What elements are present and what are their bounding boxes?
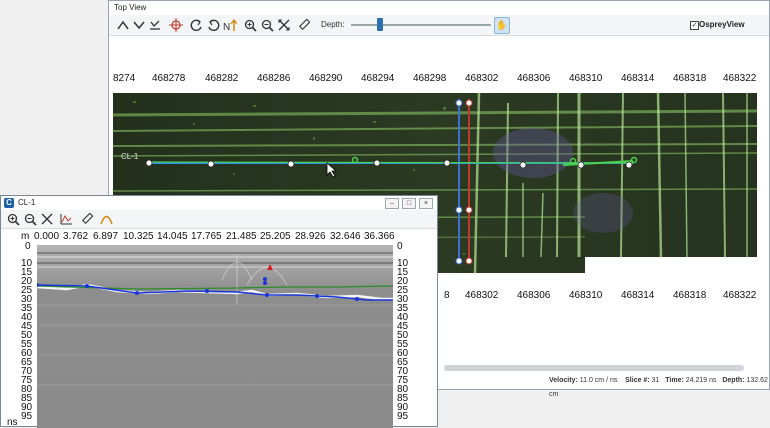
zoom-in-icon[interactable] xyxy=(5,211,21,227)
x-label: 0.000 xyxy=(34,231,60,242)
x-label: 32.646 xyxy=(330,231,361,242)
rotate-cw-icon[interactable] xyxy=(205,17,221,33)
measure-icon[interactable] xyxy=(79,211,95,227)
x-label: 3.762 xyxy=(63,231,89,242)
depth-label: Depth: xyxy=(321,20,345,29)
x-label: 10.325 xyxy=(123,231,154,242)
axis-label: 468310 xyxy=(569,290,603,301)
osprey-view-label: OspreyView xyxy=(699,20,745,29)
peak-up-icon[interactable] xyxy=(115,17,131,33)
axis-label: 468278 xyxy=(152,73,186,84)
top-view-toolbar: N Depth: ✋ ✓ OspreyView xyxy=(109,15,769,36)
axis-label: 468322 xyxy=(723,73,757,84)
cl1-toolbar xyxy=(1,210,437,229)
slice-value: 31 xyxy=(651,377,660,384)
close-button[interactable]: × xyxy=(419,198,433,209)
depth-status-label: Depth: xyxy=(722,377,745,384)
axis-label: 468314 xyxy=(621,73,655,84)
axis-label: 8274 xyxy=(113,73,136,84)
x-label: 36.366 xyxy=(364,231,395,242)
axis-label: 468318 xyxy=(673,73,707,84)
axis-label: 468286 xyxy=(257,73,291,84)
axis-label: 468298 xyxy=(413,73,447,84)
y-label: 95 xyxy=(397,411,409,422)
north-arrow-icon[interactable]: N xyxy=(222,17,238,33)
y-label: 0 xyxy=(397,241,403,252)
x-label: 6.897 xyxy=(93,231,119,242)
svg-text:N: N xyxy=(223,22,230,32)
velocity-label: Velocity: xyxy=(549,377,578,384)
depth-slider[interactable] xyxy=(351,24,491,26)
select-icon[interactable] xyxy=(147,17,163,33)
pan-hand-icon[interactable]: ✋ xyxy=(494,17,510,34)
osprey-view-checkbox[interactable]: ✓ xyxy=(690,21,699,30)
peak-down-icon[interactable] xyxy=(131,17,147,33)
velocity-value: 11.0 cm / ns xyxy=(579,377,618,384)
time-label: Time: xyxy=(665,377,684,384)
axis-label: 468314 xyxy=(621,290,655,301)
top-view-title: Top View xyxy=(109,1,769,15)
axis-label: 468302 xyxy=(465,290,499,301)
maximize-button[interactable]: □ xyxy=(402,198,416,209)
x-label: 25.205 xyxy=(260,231,291,242)
axis-label: 468318 xyxy=(673,290,707,301)
measure-icon[interactable] xyxy=(296,17,312,33)
axis-label: 468302 xyxy=(465,73,499,84)
depth-slider-thumb[interactable] xyxy=(377,18,383,31)
axis-label: 468310 xyxy=(569,73,603,84)
fit-icon[interactable] xyxy=(39,211,55,227)
x-label: 28.926 xyxy=(295,231,326,242)
crosshair-icon[interactable] xyxy=(168,17,184,33)
y-label: 0 xyxy=(25,241,31,252)
horizontal-scrollbar[interactable] xyxy=(444,365,744,371)
axis-label: 468294 xyxy=(361,73,395,84)
minimize-button[interactable]: – xyxy=(385,198,399,209)
wiggle-icon[interactable] xyxy=(58,211,74,227)
axis-label: 468306 xyxy=(517,73,551,84)
axis-label: 468290 xyxy=(309,73,343,84)
cl1-title-bar: C CL-1 – □ × xyxy=(1,196,437,210)
axis-label: 468282 xyxy=(205,73,239,84)
zoom-out-icon[interactable] xyxy=(22,211,38,227)
app-icon: C xyxy=(4,198,14,208)
time-value: 24.219 ns xyxy=(685,377,717,384)
rotate-ccw-icon[interactable] xyxy=(188,17,204,33)
axis-label: 8 xyxy=(444,290,450,301)
axis-label: 468306 xyxy=(517,290,551,301)
zoom-in-icon[interactable] xyxy=(242,17,258,33)
x-label: 14.045 xyxy=(157,231,188,242)
line-label: CL-1 xyxy=(121,152,139,161)
fit-icon[interactable] xyxy=(276,17,292,33)
x-label: 17.765 xyxy=(191,231,222,242)
zoom-out-icon[interactable] xyxy=(259,17,275,33)
cl1-profile-window: C CL-1 – □ × m 0.000 3.762 6.897 10.325 … xyxy=(0,195,438,428)
cl1-title: CL-1 xyxy=(18,198,36,207)
radargram-profile[interactable] xyxy=(37,245,393,428)
y-label: 95 xyxy=(21,411,33,422)
hyperbola-icon[interactable] xyxy=(98,211,114,227)
status-bar: Velocity: 11.0 cm / ns Slice #: 31 Time:… xyxy=(549,374,769,398)
axis-label: 468322 xyxy=(723,290,757,301)
slice-label: Slice #: xyxy=(625,377,650,384)
x-label: 21.485 xyxy=(226,231,257,242)
